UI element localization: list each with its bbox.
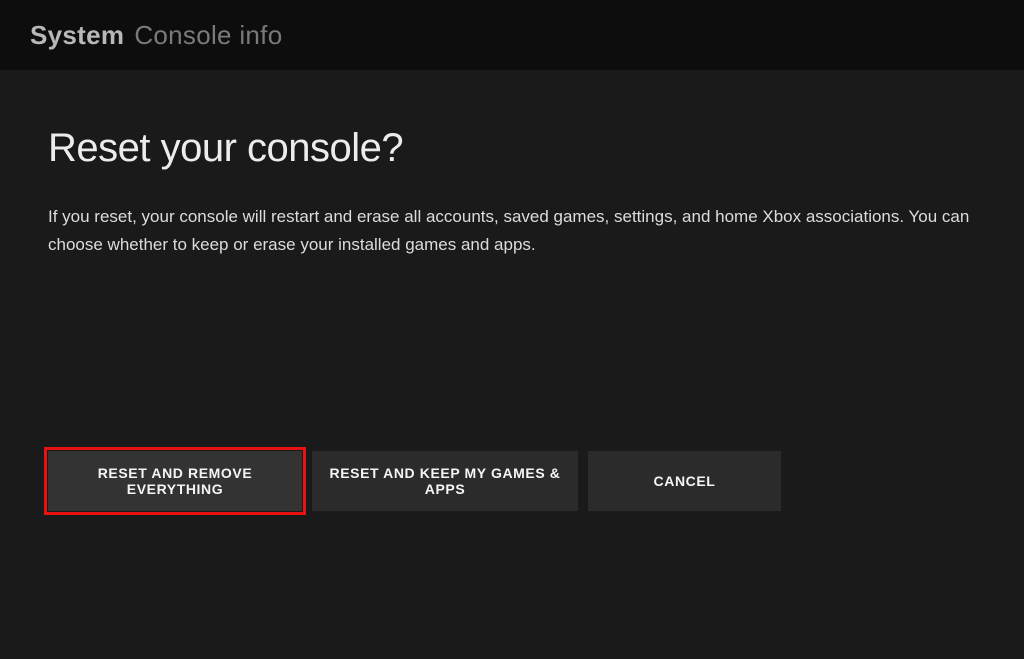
header-subtitle: Console info xyxy=(134,20,282,51)
reset-remove-everything-button[interactable]: RESET AND REMOVE EVERYTHING xyxy=(48,451,302,511)
button-row: RESET AND REMOVE EVERYTHING RESET AND KE… xyxy=(48,451,781,511)
main-panel: Reset your console? If you reset, your c… xyxy=(0,70,1024,659)
reset-keep-games-apps-button[interactable]: RESET AND KEEP MY GAMES & APPS xyxy=(312,451,578,511)
header: System Console info xyxy=(0,0,1024,70)
description-text: If you reset, your console will restart … xyxy=(48,203,976,259)
cancel-button[interactable]: CANCEL xyxy=(588,451,781,511)
header-title: System xyxy=(30,20,124,51)
page-title: Reset your console? xyxy=(48,126,976,171)
